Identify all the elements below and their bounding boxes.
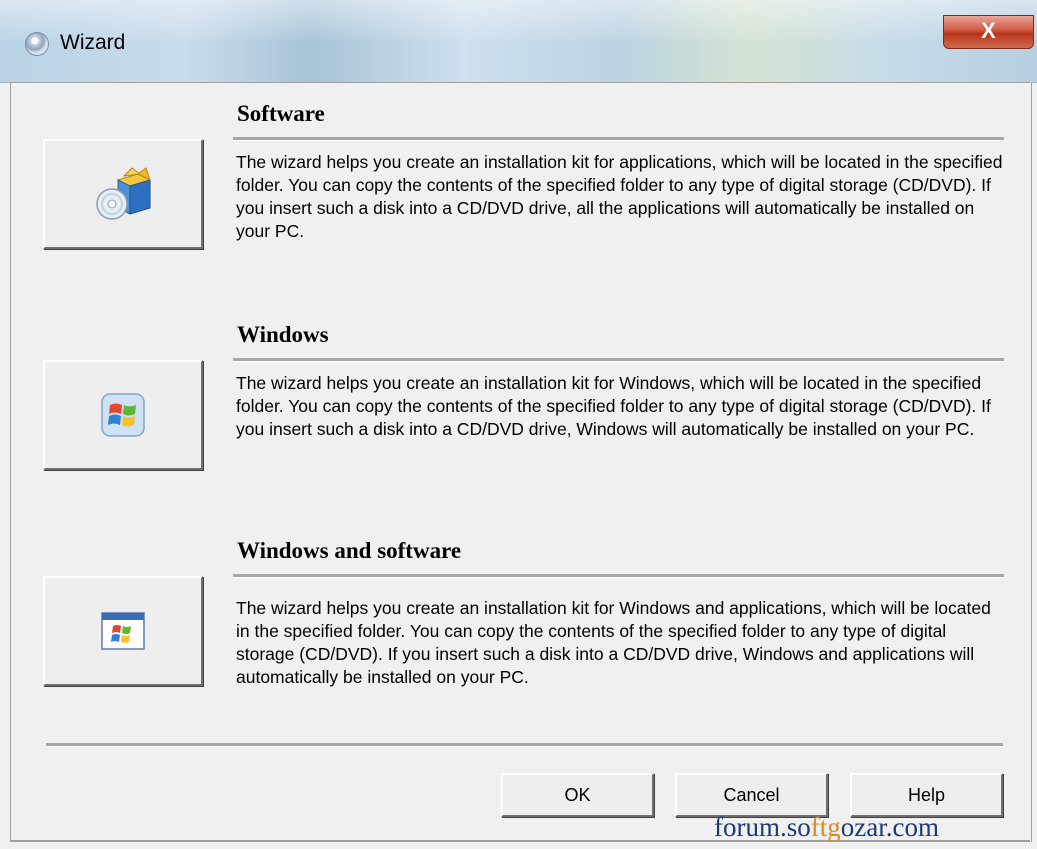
section-title-windows: Windows xyxy=(237,322,329,347)
cd-icon xyxy=(25,32,49,56)
watermark-part: ozar.com xyxy=(840,812,939,842)
close-button[interactable]: X xyxy=(943,15,1034,49)
section-title-windows-and-software: Windows and software xyxy=(237,538,462,563)
section-divider xyxy=(233,358,1004,362)
section-description-windows: The wizard helps you create an installat… xyxy=(236,373,991,439)
help-button[interactable]: Help xyxy=(850,773,1003,817)
watermark-text: forum.softgozar.com xyxy=(714,812,939,843)
software-option-button[interactable] xyxy=(43,139,203,249)
software-box-cd-icon xyxy=(96,167,152,220)
windows-window-icon xyxy=(101,612,145,650)
ok-button[interactable]: OK xyxy=(501,773,654,817)
windows-and-software-option-button[interactable] xyxy=(43,576,203,686)
cancel-button[interactable]: Cancel xyxy=(675,773,828,817)
section-description-software: The wizard helps you create an installat… xyxy=(236,152,1003,241)
section-divider xyxy=(233,574,1004,578)
watermark-part: ft xyxy=(810,812,828,842)
watermark-part: forum.so xyxy=(714,812,811,842)
footer-divider xyxy=(46,743,1003,747)
title-bar-gloss xyxy=(0,0,1037,40)
windows-option-button[interactable] xyxy=(43,360,203,470)
wizard-window: Wizard X Software The wizard helps you c… xyxy=(0,0,1037,849)
watermark-part: g xyxy=(827,812,841,842)
section-description-windows-and-software: The wizard helps you create an installat… xyxy=(236,598,991,687)
section-divider xyxy=(233,137,1004,141)
title-bar[interactable]: Wizard X xyxy=(0,0,1037,83)
client-top-border xyxy=(10,82,1030,83)
windows-logo-icon xyxy=(101,393,145,437)
window-title: Wizard xyxy=(60,31,126,54)
section-title-software: Software xyxy=(237,101,325,126)
